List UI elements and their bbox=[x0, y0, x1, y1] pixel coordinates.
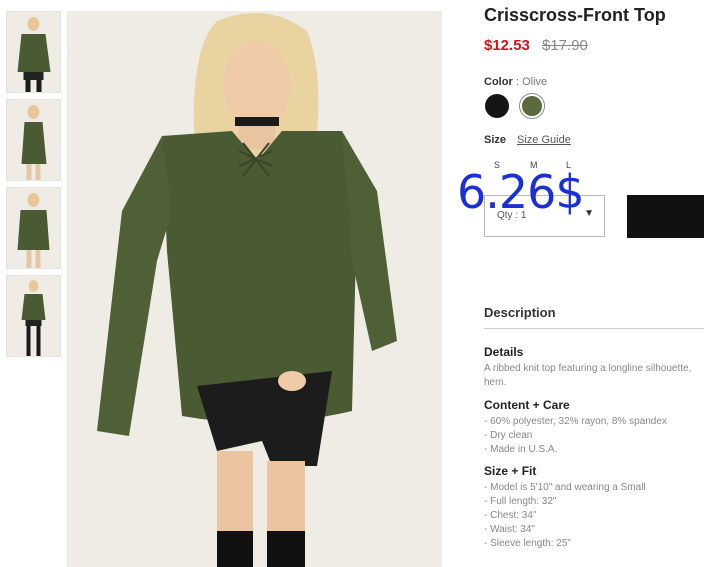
thumbnail-figure bbox=[21, 105, 46, 180]
product-title: Crisscross-Front Top bbox=[484, 5, 666, 25]
content-care-title: Content + Care bbox=[484, 398, 570, 412]
thumbnail-list bbox=[6, 11, 61, 363]
divider bbox=[484, 328, 704, 329]
thumbnail-figure bbox=[17, 193, 49, 268]
details-line: A ribbed knit top featuring a longline s… bbox=[484, 363, 692, 374]
fit-line: - Full length: 32" bbox=[484, 496, 557, 507]
fit-line: - Chest: 34" bbox=[484, 510, 537, 521]
thumbnail-2[interactable] bbox=[6, 99, 61, 181]
model-illustration bbox=[67, 11, 442, 567]
size-label: Size bbox=[484, 134, 507, 146]
care-line: - Made in U.S.A. bbox=[484, 444, 558, 455]
size-fit-title: Size + Fit bbox=[484, 464, 537, 478]
thumbnail-figure bbox=[21, 280, 45, 356]
details-line: hem. bbox=[484, 377, 507, 388]
color-value: : Olive bbox=[516, 76, 548, 88]
thumbnail-1[interactable] bbox=[6, 11, 61, 93]
chevron-down-icon: ▼ bbox=[584, 208, 594, 219]
thumbnail-3[interactable] bbox=[6, 187, 61, 269]
care-line: - Dry clean bbox=[484, 430, 533, 441]
color-swatch-black[interactable] bbox=[485, 94, 509, 118]
main-product-image bbox=[67, 11, 442, 567]
color-label: Color bbox=[484, 76, 513, 88]
fit-line: - Model is 5'10" and wearing a Small bbox=[484, 482, 646, 493]
description-heading[interactable]: Description bbox=[484, 305, 556, 320]
details-text: A ribbed knit top featuring a longline s… bbox=[484, 362, 704, 390]
size-guide-link[interactable]: Size Guide bbox=[517, 134, 571, 146]
care-line: - 60% polyester, 32% rayon, 8% spandex bbox=[484, 416, 667, 427]
fit-line: - Sleeve length: 25" bbox=[484, 538, 571, 549]
thumbnail-4[interactable] bbox=[6, 275, 61, 357]
size-fit-text: - Model is 5'10" and wearing a Small - F… bbox=[484, 481, 704, 551]
sale-price: $12.53 bbox=[484, 37, 530, 54]
fit-line: - Waist: 34" bbox=[484, 524, 535, 535]
original-price: $17.90 bbox=[542, 37, 588, 54]
add-to-bag-button[interactable] bbox=[627, 195, 704, 238]
details-title: Details bbox=[484, 345, 524, 359]
content-care-text: - 60% polyester, 32% rayon, 8% spandex -… bbox=[484, 415, 704, 457]
overlay-price-annotation: 6.26$ bbox=[457, 165, 585, 219]
color-swatch-olive[interactable] bbox=[520, 94, 544, 118]
thumbnail-figure bbox=[17, 17, 50, 92]
